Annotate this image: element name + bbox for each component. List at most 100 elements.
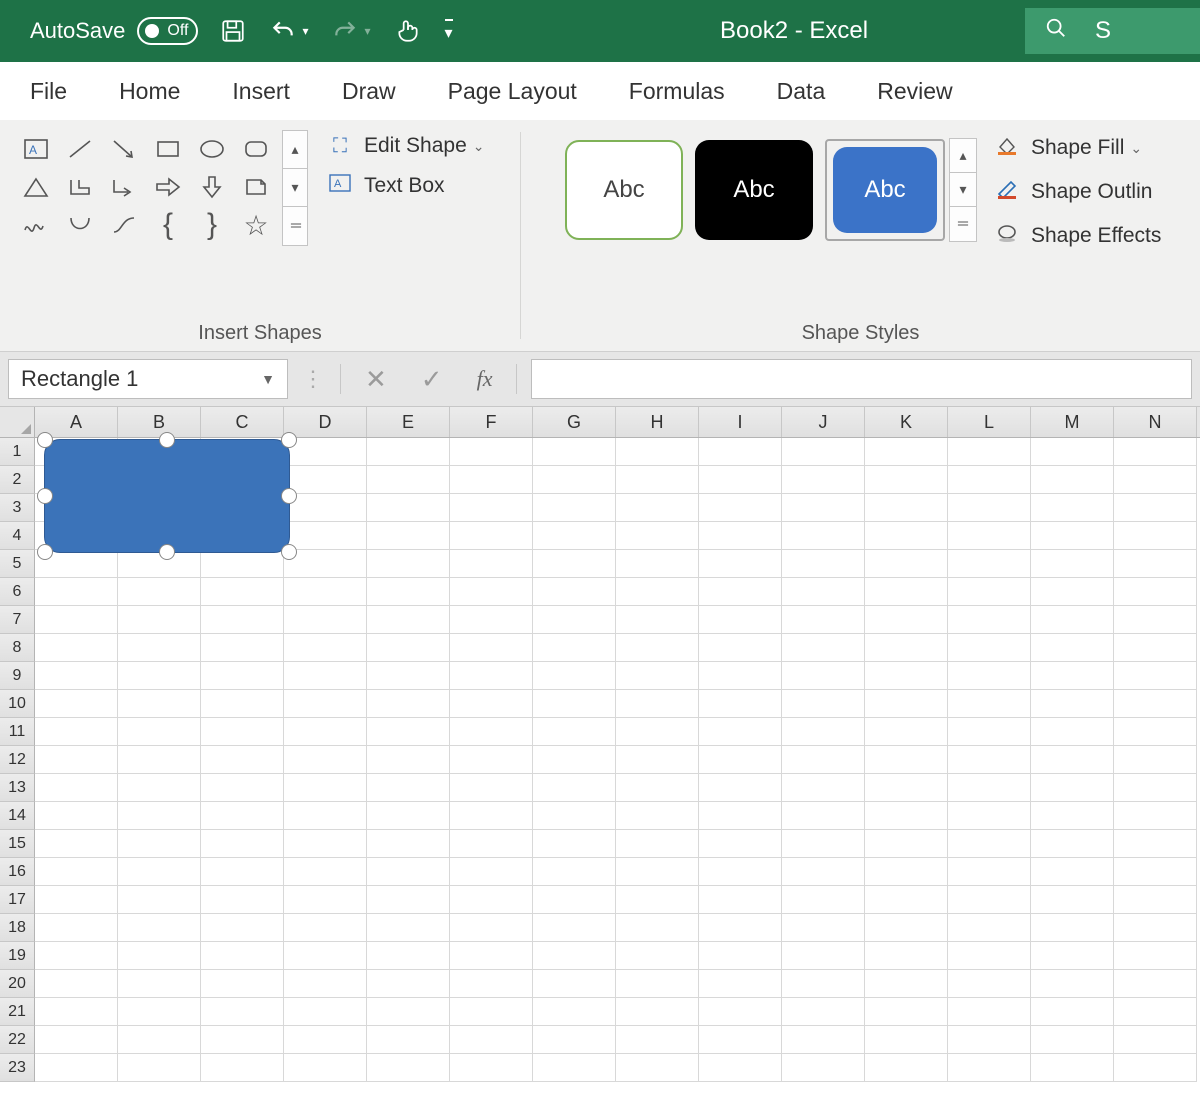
shape-arrow-line-icon[interactable] — [102, 130, 146, 168]
cell[interactable] — [201, 634, 284, 662]
cell[interactable] — [865, 606, 948, 634]
row-header[interactable]: 7 — [0, 606, 35, 634]
tab-insert[interactable]: Insert — [232, 78, 290, 105]
edit-shape-button[interactable]: ⛶ Edit Shape ⌄ — [326, 134, 484, 158]
cell[interactable] — [35, 998, 118, 1026]
cell[interactable] — [1114, 886, 1197, 914]
cell[interactable] — [948, 970, 1031, 998]
tab-data[interactable]: Data — [777, 78, 826, 105]
cell[interactable] — [948, 802, 1031, 830]
cell[interactable] — [699, 970, 782, 998]
cell[interactable] — [699, 858, 782, 886]
cell[interactable] — [865, 970, 948, 998]
cell[interactable] — [948, 606, 1031, 634]
cell[interactable] — [284, 802, 367, 830]
row-header[interactable]: 11 — [0, 718, 35, 746]
cell[interactable] — [533, 606, 616, 634]
cell[interactable] — [35, 914, 118, 942]
row-header[interactable]: 5 — [0, 550, 35, 578]
col-header[interactable]: F — [450, 407, 533, 437]
cell[interactable] — [616, 522, 699, 550]
col-header[interactable]: J — [782, 407, 865, 437]
cell[interactable] — [865, 662, 948, 690]
row-header[interactable]: 17 — [0, 886, 35, 914]
cell[interactable] — [367, 774, 450, 802]
cell[interactable] — [118, 886, 201, 914]
cell[interactable] — [616, 830, 699, 858]
cell[interactable] — [284, 690, 367, 718]
row-header[interactable]: 1 — [0, 438, 35, 466]
cell[interactable] — [616, 802, 699, 830]
cell[interactable] — [1031, 634, 1114, 662]
cell[interactable] — [201, 858, 284, 886]
cell[interactable] — [699, 690, 782, 718]
cell[interactable] — [948, 858, 1031, 886]
cell[interactable] — [782, 1054, 865, 1082]
cell[interactable] — [284, 1054, 367, 1082]
style-down-button[interactable]: ▾ — [950, 173, 976, 207]
cell[interactable] — [1114, 774, 1197, 802]
cell[interactable] — [201, 914, 284, 942]
cell[interactable] — [533, 634, 616, 662]
shape-down-arrow-icon[interactable] — [190, 168, 234, 206]
cell[interactable] — [865, 550, 948, 578]
cell[interactable] — [450, 942, 533, 970]
cell[interactable] — [450, 634, 533, 662]
cell[interactable] — [367, 802, 450, 830]
row-header[interactable]: 9 — [0, 662, 35, 690]
cell[interactable] — [1114, 578, 1197, 606]
cell[interactable] — [35, 970, 118, 998]
cell[interactable] — [118, 746, 201, 774]
cell[interactable] — [1031, 914, 1114, 942]
shape-oval-icon[interactable] — [190, 130, 234, 168]
row-header[interactable]: 14 — [0, 802, 35, 830]
cell[interactable] — [35, 802, 118, 830]
cell[interactable] — [367, 466, 450, 494]
cell[interactable] — [533, 578, 616, 606]
shape-rounded-rect-icon[interactable] — [234, 130, 278, 168]
col-header[interactable]: D — [284, 407, 367, 437]
cell[interactable] — [450, 1026, 533, 1054]
name-box-dropdown-icon[interactable]: ▼ — [261, 371, 275, 387]
cell[interactable] — [367, 634, 450, 662]
row-header[interactable]: 8 — [0, 634, 35, 662]
style-swatch-3-selected[interactable]: Abc — [825, 139, 945, 241]
style-swatch-2[interactable]: Abc — [695, 140, 813, 240]
row-header[interactable]: 13 — [0, 774, 35, 802]
cell[interactable] — [865, 886, 948, 914]
cell[interactable] — [699, 1026, 782, 1054]
cell[interactable] — [201, 690, 284, 718]
cell[interactable] — [782, 550, 865, 578]
row-header[interactable]: 16 — [0, 858, 35, 886]
cell[interactable] — [118, 718, 201, 746]
row-header[interactable]: 20 — [0, 970, 35, 998]
cell[interactable] — [1114, 494, 1197, 522]
cell[interactable] — [616, 886, 699, 914]
cell[interactable] — [1114, 942, 1197, 970]
touch-mode-button[interactable] — [393, 16, 423, 46]
cell[interactable] — [284, 606, 367, 634]
cell[interactable] — [450, 746, 533, 774]
cell[interactable] — [201, 662, 284, 690]
gallery-more-button[interactable]: ＝ — [283, 207, 307, 245]
cell[interactable] — [284, 998, 367, 1026]
cell[interactable] — [1031, 438, 1114, 466]
cell[interactable] — [450, 578, 533, 606]
row-header[interactable]: 6 — [0, 578, 35, 606]
cell[interactable] — [948, 718, 1031, 746]
cell[interactable] — [367, 438, 450, 466]
text-box-button[interactable]: A Text Box — [326, 174, 484, 198]
row-header[interactable]: 3 — [0, 494, 35, 522]
cell[interactable] — [616, 634, 699, 662]
cell[interactable] — [865, 718, 948, 746]
cell[interactable] — [1031, 746, 1114, 774]
cell[interactable] — [1114, 830, 1197, 858]
row-header[interactable]: 19 — [0, 942, 35, 970]
cell[interactable] — [865, 830, 948, 858]
resize-handle-tr[interactable] — [281, 432, 297, 448]
cell[interactable] — [616, 1054, 699, 1082]
cell[interactable] — [699, 746, 782, 774]
cell[interactable] — [782, 998, 865, 1026]
row-header[interactable]: 21 — [0, 998, 35, 1026]
cell[interactable] — [1114, 690, 1197, 718]
